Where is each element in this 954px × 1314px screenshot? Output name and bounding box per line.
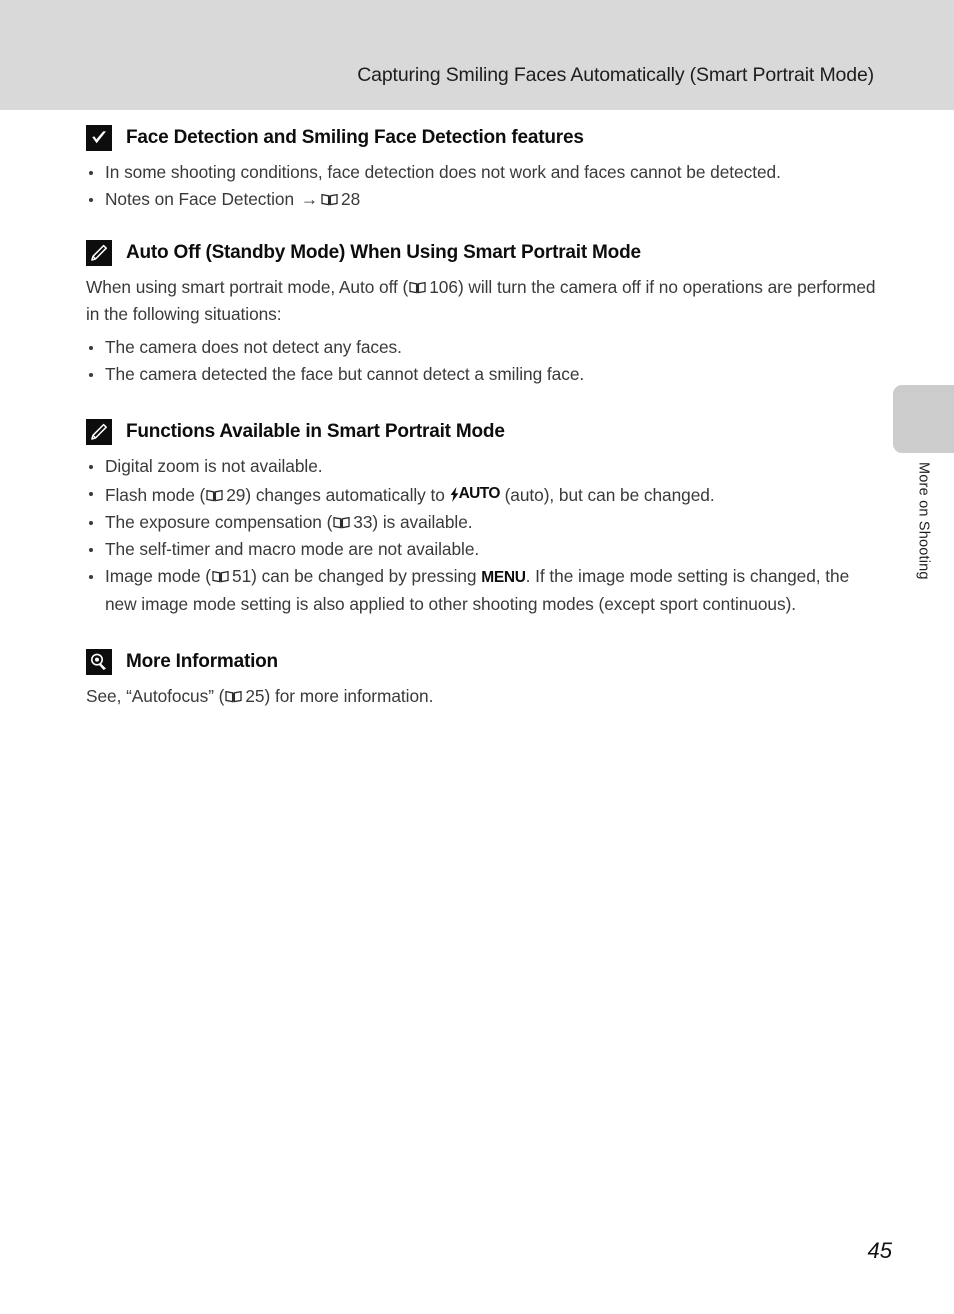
list-item: The camera does not detect any faces. xyxy=(86,334,876,361)
bullet-text-pre: Flash mode ( xyxy=(105,485,206,505)
bullet-text-mid: ) changes automatically to xyxy=(245,485,450,505)
pencil-note-icon xyxy=(86,419,112,445)
bullet-text: The self-timer and macro mode are not av… xyxy=(105,539,480,559)
bullet-text-mid: ) can be changed by pressing xyxy=(251,566,482,586)
section-heading: Functions Available in Smart Portrait Mo… xyxy=(86,419,876,445)
list-item: Notes on Face Detection → 28 xyxy=(86,186,876,213)
section-title: Functions Available in Smart Portrait Mo… xyxy=(126,420,505,442)
section-face-detection: Face Detection and Smiling Face Detectio… xyxy=(86,125,876,213)
caution-check-icon xyxy=(86,125,112,151)
bullet-text-ref: 51 xyxy=(232,566,252,586)
list-item: Flash mode ( 29) changes automatically to… xyxy=(86,480,876,509)
bullet-text-ref: 33 xyxy=(353,512,373,532)
side-tab-text: More on Shooting xyxy=(915,462,932,580)
flash-auto-icon: AUTO xyxy=(450,480,500,507)
bullet-text-pre: The exposure compensation ( xyxy=(105,512,333,532)
section-title: Auto Off (Standby Mode) When Using Smart… xyxy=(126,241,641,263)
page-content: Face Detection and Smiling Face Detectio… xyxy=(86,125,876,710)
pencil-note-icon xyxy=(86,240,112,266)
magnifier-tip-icon xyxy=(86,649,112,675)
side-tab-marker xyxy=(893,385,954,453)
arrow-right-icon: → xyxy=(300,189,319,209)
section-more-information: More Information See, “Autofocus” ( 25) f… xyxy=(86,649,876,710)
list-item: Image mode ( 51) can be changed by pressi… xyxy=(86,563,876,618)
section-title: Face Detection and Smiling Face Detectio… xyxy=(126,126,584,148)
bullet-list: Digital zoom is not available. Flash mod… xyxy=(86,453,876,618)
section-heading: Auto Off (Standby Mode) When Using Smart… xyxy=(86,240,876,266)
bullet-text: The camera does not detect any faces. xyxy=(105,337,402,357)
bullet-text-post: (auto), but can be changed. xyxy=(499,485,715,505)
page-header-band xyxy=(0,0,954,110)
bullet-text: Digital zoom is not available. xyxy=(105,456,323,476)
page-number: 45 xyxy=(867,1238,892,1263)
list-item: The camera detected the face but cannot … xyxy=(86,361,876,388)
book-reference-icon xyxy=(225,690,243,703)
list-item: The self-timer and macro mode are not av… xyxy=(86,536,876,563)
bullet-text-post: ) is available. xyxy=(372,512,473,532)
bullet-text-pre: Image mode ( xyxy=(105,566,212,586)
section-paragraph: See, “Autofocus” ( 25) for more informati… xyxy=(86,683,876,710)
menu-button-glyph: MENU xyxy=(481,569,526,586)
section-heading: More Information xyxy=(86,649,876,675)
bullet-text-ref: 28 xyxy=(341,189,361,209)
section-functions-available: Functions Available in Smart Portrait Mo… xyxy=(86,419,876,618)
book-reference-icon xyxy=(321,193,338,206)
book-reference-icon xyxy=(212,570,229,583)
book-reference-icon xyxy=(409,281,426,294)
list-item: The exposure compensation ( 33) is availa… xyxy=(86,509,876,536)
paragraph-pre: When using smart portrait mode, Auto off… xyxy=(86,277,409,297)
side-tab-label-more-on-shooting: More on Shooting xyxy=(893,462,954,632)
section-title: More Information xyxy=(126,650,278,672)
paragraph-ref: 25 xyxy=(245,686,265,706)
paragraph-ref: 106 xyxy=(429,277,458,297)
section-heading: Face Detection and Smiling Face Detectio… xyxy=(86,125,876,151)
bullet-list: The camera does not detect any faces. Th… xyxy=(86,334,876,388)
bullet-text: Notes on Face Detection xyxy=(105,189,299,209)
bullet-text: The camera detected the face but cannot … xyxy=(105,364,585,384)
section-paragraph: When using smart portrait mode, Auto off… xyxy=(86,274,876,328)
list-item: Digital zoom is not available. xyxy=(86,453,876,480)
paragraph-pre: See, “Autofocus” ( xyxy=(86,686,225,706)
lightning-bolt-icon xyxy=(450,487,459,502)
flash-auto-label: AUTO xyxy=(458,485,501,502)
book-reference-icon xyxy=(333,516,350,529)
bullet-text-ref: 29 xyxy=(226,485,246,505)
paragraph-post: ) for more information. xyxy=(264,686,434,706)
page-title: Capturing Smiling Faces Automatically (S… xyxy=(357,64,874,86)
list-item: In some shooting conditions, face detect… xyxy=(86,159,876,186)
bullet-list: In some shooting conditions, face detect… xyxy=(86,159,876,213)
book-reference-icon xyxy=(206,489,223,502)
bullet-text: In some shooting conditions, face detect… xyxy=(105,162,781,182)
section-auto-off: Auto Off (Standby Mode) When Using Smart… xyxy=(86,240,876,388)
